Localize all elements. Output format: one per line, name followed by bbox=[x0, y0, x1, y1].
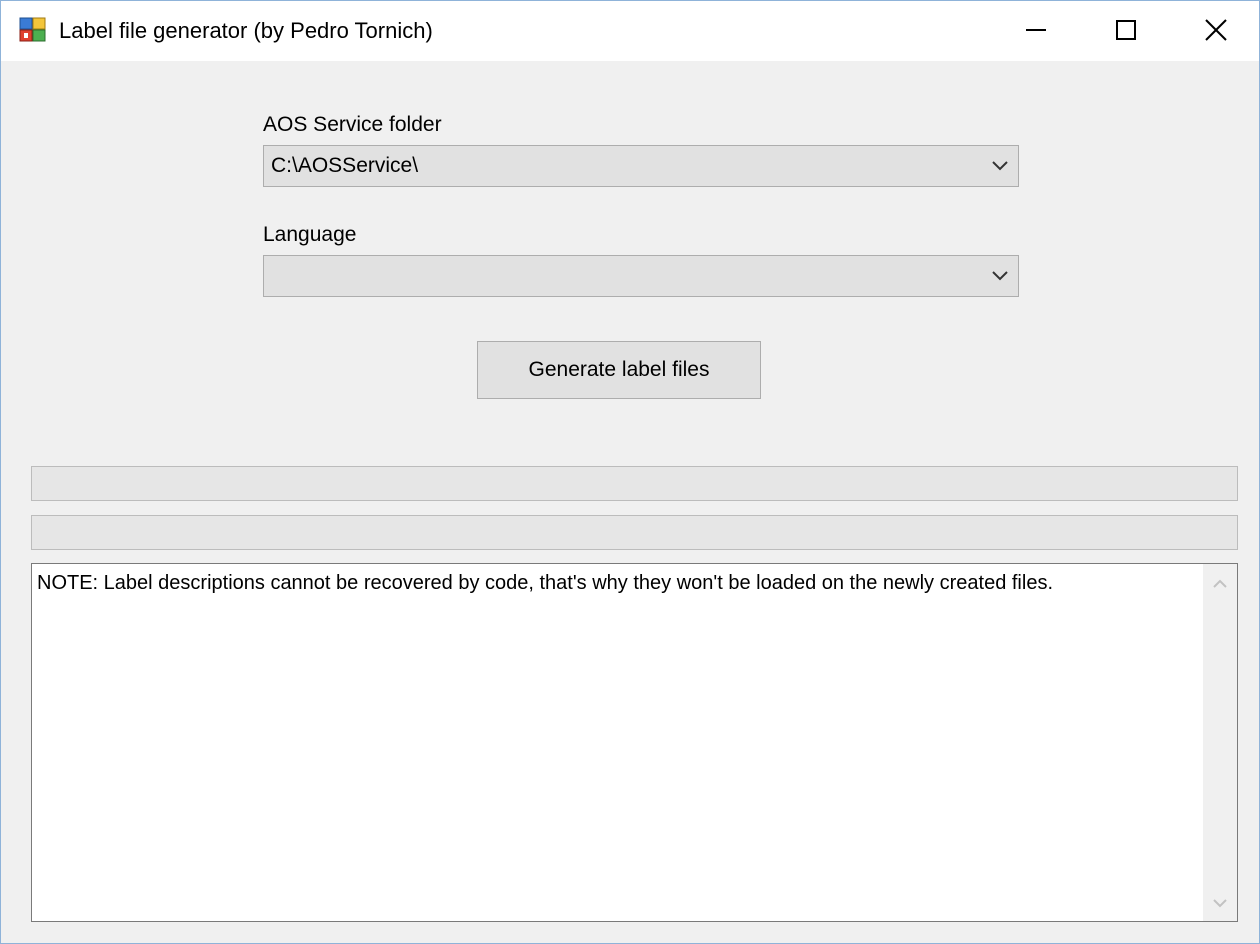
window-title: Label file generator (by Pedro Tornich) bbox=[59, 18, 433, 43]
chevron-down-icon[interactable] bbox=[990, 266, 1010, 286]
close-button[interactable] bbox=[1171, 1, 1259, 59]
generate-label-files-button[interactable]: Generate label files bbox=[477, 341, 761, 399]
progress-bar-primary bbox=[31, 466, 1238, 501]
vertical-scrollbar[interactable] bbox=[1203, 564, 1237, 921]
scroll-down-arrow-icon[interactable] bbox=[1210, 893, 1230, 913]
log-textbox[interactable]: NOTE: Label descriptions cannot be recov… bbox=[31, 563, 1238, 922]
aos-folder-combobox[interactable]: C:\AOSService\ bbox=[263, 145, 1019, 187]
minimize-icon bbox=[1026, 29, 1046, 31]
chevron-down-icon[interactable] bbox=[990, 156, 1010, 176]
language-label: Language bbox=[263, 223, 357, 246]
maximize-button[interactable] bbox=[1081, 1, 1171, 59]
app-icon bbox=[19, 17, 46, 42]
progress-bar-secondary bbox=[31, 515, 1238, 550]
aos-folder-value: C:\AOSService\ bbox=[271, 154, 419, 177]
title-bar[interactable]: Label file generator (by Pedro Tornich) bbox=[1, 1, 1259, 61]
scroll-up-arrow-icon[interactable] bbox=[1210, 574, 1230, 594]
maximize-icon bbox=[1116, 20, 1136, 40]
log-text: NOTE: Label descriptions cannot be recov… bbox=[37, 572, 1053, 594]
minimize-button[interactable] bbox=[991, 1, 1081, 59]
close-icon bbox=[1205, 19, 1227, 41]
language-combobox[interactable] bbox=[263, 255, 1019, 297]
app-window: Label file generator (by Pedro Tornich) … bbox=[0, 0, 1260, 944]
aos-folder-label: AOS Service folder bbox=[263, 113, 442, 136]
